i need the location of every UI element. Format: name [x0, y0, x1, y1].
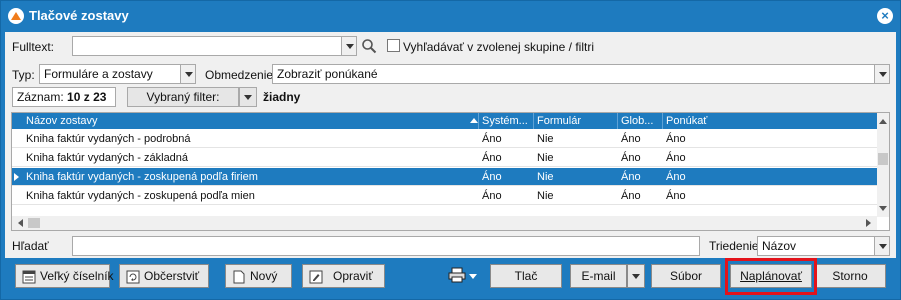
triedenie-dropdown-button[interactable]	[874, 236, 890, 256]
opravit-label: Opraviť	[333, 269, 373, 283]
storno-label: Storno	[832, 269, 868, 283]
tlac-label: Tlač	[514, 269, 538, 283]
obcerstvit-button[interactable]: Občerstviť	[119, 264, 209, 288]
column-header-formular[interactable]: Formulár	[534, 113, 618, 129]
novy-button[interactable]: Nový	[225, 264, 292, 288]
search-in-group-label: Vyhľadávať v zvolenej skupine / filtri	[403, 40, 594, 54]
scroll-right-icon[interactable]	[866, 219, 871, 227]
obmedzenie-select[interactable]: Zobraziť ponúkané	[272, 64, 875, 84]
email-label: E-mail	[581, 269, 616, 283]
column-header-globalna[interactable]: Glob...	[618, 113, 663, 129]
obmedzenie-dropdown-button[interactable]	[874, 64, 890, 84]
cell-system: Áno	[482, 133, 502, 145]
printer-dropdown-icon[interactable]	[469, 274, 477, 279]
typ-label: Typ:	[12, 68, 35, 82]
table-row[interactable]: Kniha faktúr vydaných - podrobná Áno Nie…	[12, 130, 877, 148]
horizontal-scrollbar[interactable]	[12, 216, 877, 230]
cell-globalna: Áno	[621, 152, 641, 164]
typ-select[interactable]: Formuláre a zostavy	[39, 64, 181, 84]
record-of: z	[83, 90, 90, 104]
opravit-button[interactable]: Opraviť	[302, 264, 385, 288]
printer-icon[interactable]	[448, 267, 466, 283]
vertical-scrollbar[interactable]	[877, 113, 889, 217]
table-row[interactable]: Kniha faktúr vydaných - základná Áno Nie…	[12, 149, 877, 167]
search-icon[interactable]	[361, 38, 377, 54]
tlac-button[interactable]: Tlač	[490, 264, 562, 288]
cell-globalna: Áno	[621, 133, 641, 145]
obcerstvit-label: Občerstviť	[144, 269, 200, 283]
cell-system: Áno	[482, 152, 502, 164]
sort-ascending-icon	[470, 118, 478, 123]
triedenie-label: Triedenie:	[709, 239, 762, 253]
storno-button[interactable]: Storno	[814, 264, 886, 288]
cell-ponukat: Áno	[666, 190, 686, 202]
novy-label: Nový	[250, 269, 278, 283]
column-header-ponukat[interactable]: Ponúkať	[663, 113, 877, 129]
grid-header: Názov zostavy Systém... Formulár Glob...…	[12, 113, 877, 129]
window-title: Tlačové zostavy	[29, 8, 129, 23]
scroll-up-icon[interactable]	[879, 119, 887, 124]
app-logo-icon	[8, 8, 24, 24]
content-area: Fulltext: Vyhľadávať v zvolenej skupine …	[5, 32, 896, 258]
scroll-down-icon[interactable]	[879, 206, 887, 211]
title-bar: Tlačové zostavy ×	[1, 1, 900, 32]
record-counter: Záznam: 10 z 23	[12, 87, 116, 107]
cell-nazov: Kniha faktúr vydaných - zoskupená podľa …	[26, 171, 258, 183]
triedenie-select[interactable]: Názov	[757, 236, 875, 256]
search-in-group-checkbox[interactable]	[387, 39, 400, 52]
typ-dropdown-button[interactable]	[180, 64, 196, 84]
record-label: Záznam:	[17, 90, 64, 104]
vertical-scroll-thumb[interactable]	[878, 153, 888, 165]
new-document-icon	[232, 269, 246, 284]
selected-filter-value: žiadny	[263, 90, 301, 104]
record-total: 23	[93, 90, 107, 104]
selected-filter-button[interactable]: Vybraný filter:	[127, 87, 239, 107]
table-row[interactable]: Kniha faktúr vydaných - zoskupená podľa …	[12, 187, 877, 205]
fulltext-dropdown-button[interactable]	[341, 36, 357, 56]
hladat-input[interactable]	[72, 236, 700, 256]
record-current: 10	[67, 90, 81, 104]
edit-pencil-icon	[309, 269, 323, 284]
subor-label: Súbor	[669, 269, 703, 283]
print-reports-window: Tlačové zostavy × Fulltext: Vyhľadávať v…	[0, 0, 901, 300]
highlight-box	[725, 258, 817, 295]
selected-filter-dropdown[interactable]	[239, 87, 257, 107]
horizontal-scroll-thumb[interactable]	[28, 218, 40, 228]
cell-formular: Nie	[537, 171, 554, 183]
fulltext-label: Fulltext:	[12, 40, 55, 54]
cell-globalna: Áno	[621, 171, 641, 183]
velky-ciselnik-button[interactable]: Veľký číselník	[15, 264, 114, 288]
cell-formular: Nie	[537, 152, 554, 164]
column-header-system[interactable]: Systém...	[479, 113, 534, 129]
cell-ponukat: Áno	[666, 152, 686, 164]
close-icon[interactable]: ×	[877, 8, 893, 24]
email-button[interactable]: E-mail	[570, 264, 627, 288]
reports-grid: Názov zostavy Systém... Formulár Glob...…	[11, 112, 890, 231]
velky-ciselnik-label: Veľký číselník	[40, 269, 114, 283]
fulltext-input[interactable]	[72, 36, 342, 56]
refresh-icon	[126, 269, 140, 284]
hladat-label: Hľadať	[12, 239, 49, 253]
email-dropdown-button[interactable]	[627, 264, 645, 288]
cell-ponukat: Áno	[666, 133, 686, 145]
cell-formular: Nie	[537, 190, 554, 202]
obmedzenie-label: Obmedzenie:	[205, 68, 277, 82]
cell-system: Áno	[482, 190, 502, 202]
cell-nazov: Kniha faktúr vydaných - zoskupená podľa …	[26, 190, 255, 202]
scroll-left-icon[interactable]	[18, 219, 23, 227]
column-header-nazov[interactable]: Názov zostavy	[12, 113, 479, 129]
cell-nazov: Kniha faktúr vydaných - základná	[26, 152, 189, 164]
cell-formular: Nie	[537, 133, 554, 145]
cell-ponukat: Áno	[666, 171, 686, 183]
subor-button[interactable]: Súbor	[651, 264, 721, 288]
cell-globalna: Áno	[621, 190, 641, 202]
table-row-selected[interactable]: Kniha faktúr vydaných - zoskupená podľa …	[12, 168, 877, 186]
cell-nazov: Kniha faktúr vydaných - podrobná	[26, 133, 191, 145]
list-window-icon	[22, 269, 36, 284]
cell-system: Áno	[482, 171, 502, 183]
